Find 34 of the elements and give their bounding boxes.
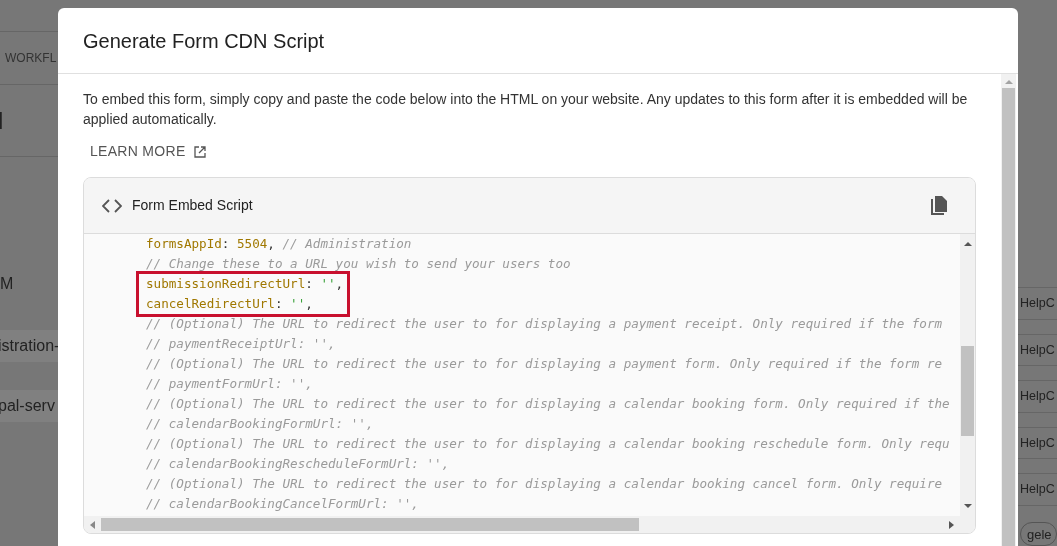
code-comment: // (Optional) The URL to redirect the user to for displaying a payment receipt. Only required if the form bbox=[146, 315, 944, 333]
horizontal-scrollbar[interactable] bbox=[84, 516, 960, 533]
dialog-scrollbar[interactable] bbox=[1001, 74, 1016, 546]
learn-more-link[interactable]: LEARN MORE bbox=[90, 141, 206, 162]
code-comment: // (Optional) The URL to redirect the user to for displaying a calendar booking form. Only required if the bbox=[146, 395, 951, 413]
code-comment: // calendarBookingCancelFormUrl: '', bbox=[146, 495, 420, 513]
dialog-title: Generate Form CDN Script bbox=[83, 28, 325, 54]
copy-icon[interactable] bbox=[929, 194, 949, 217]
code-comment: // paymentReceiptUrl: '', bbox=[146, 335, 337, 353]
code-comment: // calendarBookingFormUrl: '', bbox=[146, 415, 375, 433]
code-comment: // (Optional) The URL to redirect the user to for displaying a calendar booking reschedule form. Only requ bbox=[146, 435, 951, 453]
scroll-left-icon[interactable] bbox=[89, 520, 96, 529]
code-line: submissionRedirectUrl: '', bbox=[146, 275, 345, 293]
row-text: HelpC bbox=[1020, 295, 1055, 313]
code-comment: // calendarBookingRescheduleFormUrl: '', bbox=[146, 455, 451, 473]
code-comment: // (Optional) The URL to redirect the user to for displaying a payment form. Only required if the form re bbox=[146, 355, 944, 373]
code-comment: // paymentFormUrl: '', bbox=[146, 375, 314, 393]
code-icon bbox=[102, 198, 122, 213]
code-comment: // Change these to a URL you wish to send your users too bbox=[146, 255, 572, 273]
row-text: HelpC bbox=[1020, 481, 1055, 499]
vertical-scrollbar[interactable] bbox=[960, 234, 975, 533]
row-text: HelpC bbox=[1020, 341, 1055, 359]
code-line: formsAppId: 5504, // Administration bbox=[146, 235, 413, 253]
code-comment: // (Optional) The URL to redirect the user to for displaying a calendar booking cancel form. Only require bbox=[146, 475, 944, 493]
description: To embed this form, simply copy and paste the code below into the HTML on your website. Any updates to this form after it is embedded will be applied automatically. bbox=[83, 90, 969, 129]
external-link-icon bbox=[193, 145, 206, 158]
row-text: HelpC bbox=[1020, 388, 1055, 406]
row-text: M bbox=[0, 274, 14, 294]
page-heading: l bbox=[0, 105, 4, 136]
card-title: Form Embed Script bbox=[132, 196, 253, 215]
row-text: HelpC bbox=[1020, 434, 1055, 452]
code-line: cancelRedirectUrl: '', bbox=[146, 295, 314, 313]
tab-label[interactable]: WORKFL bbox=[5, 49, 57, 67]
scroll-right-icon[interactable] bbox=[948, 520, 955, 529]
